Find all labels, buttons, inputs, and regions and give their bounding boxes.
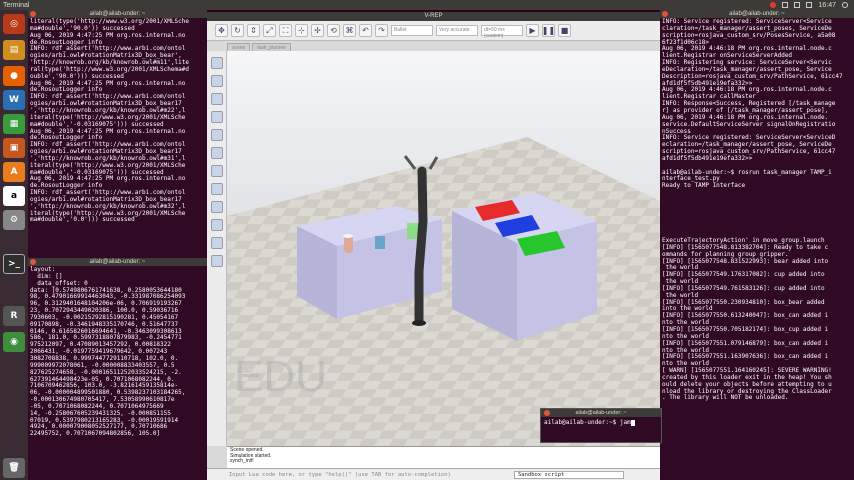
amazon-icon[interactable]: a xyxy=(3,186,25,206)
network-icon[interactable] xyxy=(782,2,789,8)
cup-object xyxy=(375,236,385,249)
object-shift-icon[interactable]: ✢ xyxy=(311,24,324,37)
shapes-edit-icon[interactable] xyxy=(211,165,223,177)
keyboard-icon[interactable] xyxy=(794,2,801,8)
edu-watermark: EDU xyxy=(234,352,327,401)
selection-icon[interactable] xyxy=(211,201,223,213)
lua-input[interactable]: Input Lua code here, or type "help()" (u… xyxy=(229,472,514,478)
robot-base xyxy=(412,320,426,326)
active-app-title: Terminal xyxy=(3,1,30,9)
scene-hierarchy-icon[interactable] xyxy=(211,75,223,87)
terminal-right[interactable]: ailab@ailab-under: ~ INFO: Service regis… xyxy=(660,10,854,480)
clock[interactable]: 16:47 xyxy=(818,2,836,9)
terminal-titlebar[interactable]: ailab@ailab-under: ~ xyxy=(28,10,207,18)
terminal-prompt[interactable]: ailab@ailab-under:~$ jam xyxy=(544,419,631,426)
impress-icon[interactable]: ▣ xyxy=(3,138,25,158)
layers-icon[interactable] xyxy=(211,237,223,249)
firefox-icon[interactable]: ● xyxy=(3,66,25,86)
terminal-output: layout: dim: [] data_offset: 0 data: [0.… xyxy=(30,266,186,438)
accuracy-select[interactable]: Very accurate xyxy=(436,25,478,36)
script-target-select[interactable]: Sandbox script xyxy=(514,470,624,479)
camera-zoom-icon[interactable]: ⤢ xyxy=(263,24,276,37)
terminal-output: literal(type('http://www.w3.org/2001/XML… xyxy=(30,18,189,224)
rviz-icon[interactable]: R xyxy=(3,306,25,326)
power-icon[interactable] xyxy=(842,2,848,8)
volume-icon[interactable] xyxy=(806,2,813,8)
collections-icon[interactable] xyxy=(211,129,223,141)
terminal-bottom-left[interactable]: ailab@ailab-under: ~ layout: dim: [] dat… xyxy=(28,258,207,480)
fit-view-icon[interactable]: ⛶ xyxy=(279,24,292,37)
status-line: synch_init! xyxy=(230,458,254,464)
top-panel: Terminal 16:47 xyxy=(0,0,854,10)
camera-rotate-icon[interactable]: ↻ xyxy=(231,24,244,37)
chrome-icon[interactable]: ◉ xyxy=(3,332,25,352)
camera-pan-icon[interactable]: ✥ xyxy=(215,24,228,37)
status-bar: Scene opened. Simulation started. synch_… xyxy=(227,446,660,468)
select-icon[interactable]: ⊹ xyxy=(295,24,308,37)
trash-icon[interactable]: 🗑 xyxy=(3,458,25,478)
user-settings-icon[interactable] xyxy=(211,255,223,267)
vrep-toolbar: ✥ ↻ ⇕ ⤢ ⛶ ⊹ ✢ ⟲ ⌘ ↶ ↷ Bullet Very accura… xyxy=(207,21,660,41)
timestep-select[interactable]: dt=50 ms (custom) xyxy=(481,25,523,39)
assemble-icon[interactable]: ⌘ xyxy=(343,24,356,37)
undo-icon[interactable]: ↶ xyxy=(359,24,372,37)
vrep-sidebar xyxy=(207,51,227,446)
calculation-modules-icon[interactable] xyxy=(211,111,223,123)
terminal-small[interactable]: ailab@ailab-under: ~ ailab@ailab-under:~… xyxy=(540,408,662,443)
lua-command-bar: Input Lua code here, or type "help()" (u… xyxy=(207,468,660,480)
record-indicator-icon[interactable] xyxy=(770,2,777,8)
path-edit-icon[interactable] xyxy=(211,183,223,195)
redo-icon[interactable]: ↷ xyxy=(375,24,388,37)
object-rotate-icon[interactable]: ⟲ xyxy=(327,24,340,37)
scripts-icon[interactable] xyxy=(211,147,223,159)
can-object xyxy=(344,236,353,253)
files-icon[interactable]: ▤ xyxy=(3,40,25,60)
can-lid xyxy=(343,234,353,238)
terminal-titlebar[interactable]: ailab@ailab-under: ~ xyxy=(541,409,661,417)
vrep-titlebar[interactable]: V-REP xyxy=(207,12,660,21)
pause-icon[interactable]: ❚❚ xyxy=(542,24,555,37)
writer-icon[interactable]: W xyxy=(3,90,25,110)
dash-icon[interactable]: ◎ xyxy=(3,14,25,34)
camera-shift-icon[interactable]: ⇕ xyxy=(247,24,260,37)
calc-icon[interactable]: ▦ xyxy=(3,114,25,134)
model-browser-icon[interactable] xyxy=(211,57,223,69)
model-icon[interactable] xyxy=(211,219,223,231)
settings-icon[interactable]: ⚙ xyxy=(3,210,25,230)
stop-icon[interactable]: ■ xyxy=(558,24,571,37)
terminal-titlebar[interactable]: ailab@ailab-under: ~ xyxy=(660,10,854,18)
close-icon[interactable] xyxy=(544,410,550,416)
terminal-icon[interactable]: >_ xyxy=(3,254,25,274)
terminal-top-left[interactable]: ailab@ailab-under: ~ literal(type('http:… xyxy=(28,10,207,258)
software-center-icon[interactable]: A xyxy=(3,162,25,182)
launcher: ◎ ▤ ● W ▦ ▣ A a ⚙ >_ R ◉ 🗑 xyxy=(0,10,28,480)
cursor xyxy=(630,419,635,426)
bear-object xyxy=(407,223,419,239)
play-icon[interactable]: ▶ xyxy=(526,24,539,37)
object-properties-icon[interactable] xyxy=(211,93,223,105)
close-icon[interactable] xyxy=(30,259,36,265)
terminal-titlebar[interactable]: ailab@ailab-under: ~ xyxy=(28,258,207,266)
physics-engine-select[interactable]: Bullet xyxy=(391,25,433,36)
terminal-output: INFO: Service registered: ServiceServer<… xyxy=(662,18,843,402)
robot-arm xyxy=(414,166,428,326)
close-icon[interactable] xyxy=(30,11,36,17)
close-icon[interactable] xyxy=(662,11,668,17)
